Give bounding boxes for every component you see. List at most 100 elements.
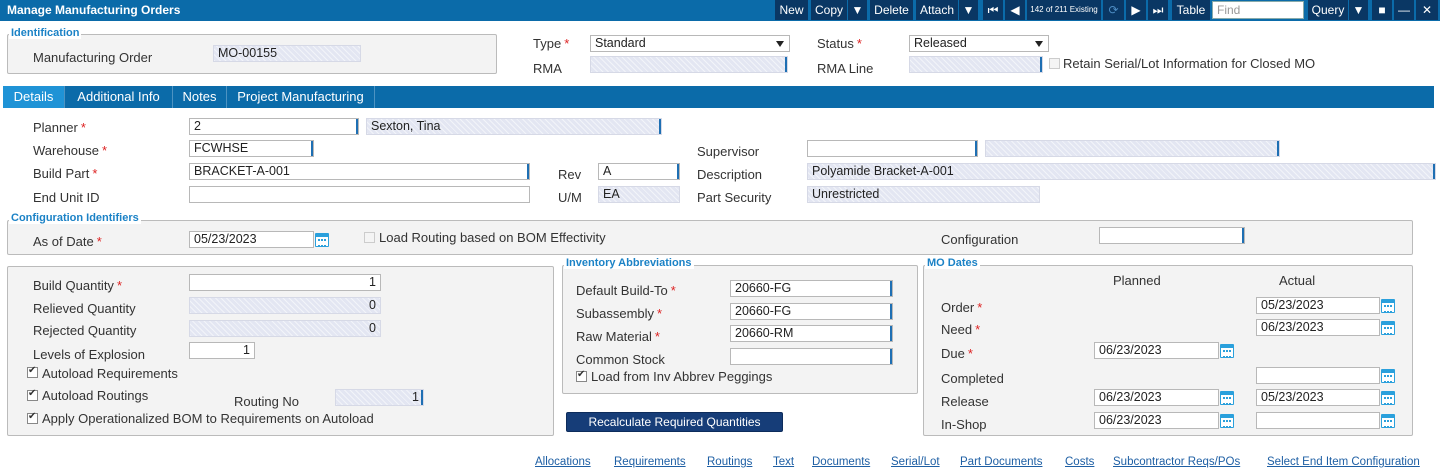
raw-material-field[interactable]: 20660-RM	[730, 325, 893, 342]
identification-group-label: Identification	[9, 27, 82, 39]
end-unit-field[interactable]	[189, 186, 530, 203]
configuration-label: Configuration	[941, 232, 1019, 247]
rma-field[interactable]	[590, 56, 788, 73]
subassembly-field[interactable]: 20660-FG	[730, 303, 893, 320]
tab-project-manufacturing[interactable]: Project Manufacturing	[227, 86, 375, 108]
close-icon[interactable]: ✕	[1416, 0, 1438, 20]
need-actual-calendar-icon[interactable]	[1381, 321, 1395, 335]
description-field: Polyamide Bracket-A-001	[807, 163, 1436, 180]
order-actual-field[interactable]: 05/23/2023	[1256, 297, 1380, 314]
as-of-date-label: As of Date *	[33, 234, 102, 249]
link-serial-lot[interactable]: Serial/Lot	[891, 456, 940, 468]
inshop-date-label: In-Shop	[941, 417, 987, 432]
levels-explosion-field[interactable]: 1	[189, 342, 255, 359]
load-inv-abbrev-checkbox[interactable]	[576, 369, 587, 382]
as-of-date-calendar-icon[interactable]	[315, 233, 329, 247]
release-planned-field[interactable]: 06/23/2023	[1094, 389, 1219, 406]
configuration-field[interactable]	[1099, 227, 1245, 244]
first-record-icon[interactable]: ⏮	[983, 0, 1003, 20]
next-record-icon[interactable]: ▶	[1126, 0, 1146, 20]
query-dropdown-icon[interactable]: ▼	[1349, 0, 1368, 20]
rev-label: Rev	[558, 167, 582, 182]
tab-notes[interactable]: Notes	[173, 86, 227, 108]
order-actual-calendar-icon[interactable]	[1381, 299, 1395, 313]
planner-field[interactable]: 2	[189, 118, 359, 135]
status-label: Status *	[817, 36, 862, 51]
relieved-quantity-label: Relieved Quantity	[33, 301, 136, 316]
order-date-label: Order *	[941, 300, 983, 315]
load-routing-label: Load Routing based on BOM Effectivity	[379, 230, 606, 245]
rev-field[interactable]: A	[598, 163, 680, 180]
mo-dates-group-label: MO Dates	[925, 257, 980, 269]
attach-button[interactable]: Attach	[916, 0, 958, 20]
copy-dropdown-icon[interactable]: ▼	[848, 0, 867, 20]
link-documents[interactable]: Documents	[812, 456, 870, 468]
autoload-routings-checkbox[interactable]	[27, 388, 38, 401]
release-actual-field[interactable]: 05/23/2023	[1256, 389, 1380, 406]
release-actual-calendar-icon[interactable]	[1381, 391, 1395, 405]
inshop-planned-calendar-icon[interactable]	[1220, 414, 1234, 428]
release-date-label: Release	[941, 394, 989, 409]
supervisor-label: Supervisor	[697, 144, 760, 159]
type-select[interactable]: Standard	[590, 35, 790, 52]
as-of-date-field[interactable]: 05/23/2023	[189, 231, 314, 248]
common-stock-field[interactable]	[730, 348, 893, 365]
retain-serial-checkbox[interactable]	[1049, 58, 1060, 69]
load-routing-checkbox[interactable]	[364, 232, 375, 243]
rma-line-field[interactable]	[909, 56, 1043, 73]
window-title: Manage Manufacturing Orders	[7, 3, 181, 17]
release-planned-calendar-icon[interactable]	[1220, 391, 1234, 405]
inshop-planned-field[interactable]: 06/23/2023	[1094, 412, 1219, 429]
completed-actual-calendar-icon[interactable]	[1381, 369, 1395, 383]
supervisor-field[interactable]	[807, 140, 978, 157]
status-select[interactable]: Released	[909, 35, 1049, 52]
inshop-actual-calendar-icon[interactable]	[1381, 414, 1395, 428]
autoload-requirements-checkbox[interactable]	[27, 365, 38, 378]
routing-no-label: Routing No	[234, 394, 300, 409]
rma-label: RMA	[533, 61, 562, 76]
table-button[interactable]: Table	[1172, 0, 1210, 20]
description-label: Description	[697, 167, 763, 182]
warehouse-field[interactable]: FCWHSE	[189, 140, 314, 157]
build-quantity-label: Build Quantity *	[33, 278, 122, 293]
link-requirements[interactable]: Requirements	[614, 456, 686, 468]
new-button[interactable]: New	[775, 0, 808, 20]
link-text[interactable]: Text	[773, 456, 794, 468]
tab-details[interactable]: Details	[3, 86, 65, 108]
link-routings[interactable]: Routings	[707, 456, 752, 468]
configuration-group-label: Configuration Identifiers	[9, 212, 141, 224]
previous-record-icon[interactable]: ◀	[1005, 0, 1025, 20]
link-select-end-item-configuration[interactable]: Select End Item Configuration	[1267, 456, 1420, 468]
build-quantity-field[interactable]: 1	[189, 274, 381, 291]
attach-dropdown-icon[interactable]: ▼	[959, 0, 978, 20]
copy-button[interactable]: Copy	[811, 0, 847, 20]
tab-additional-info[interactable]: Additional Info	[65, 86, 173, 108]
need-actual-field[interactable]: 06/23/2023	[1256, 319, 1380, 336]
completed-actual-field[interactable]	[1256, 367, 1380, 384]
link-part-documents[interactable]: Part Documents	[960, 456, 1042, 468]
link-allocations[interactable]: Allocations	[535, 456, 591, 468]
query-button[interactable]: Query	[1308, 0, 1348, 20]
load-inv-abbrev-label: Load from Inv Abbrev Peggings	[591, 369, 773, 384]
routing-no-field[interactable]: 1	[335, 389, 424, 406]
find-input[interactable]: Find	[1212, 1, 1304, 19]
minimize-icon[interactable]: —	[1394, 0, 1414, 20]
link-subcontractor-reqs[interactable]: Subcontractor Reqs/POs	[1113, 456, 1240, 468]
link-costs[interactable]: Costs	[1065, 456, 1094, 468]
build-part-field[interactable]: BRACKET-A-001	[189, 163, 530, 180]
last-record-icon[interactable]: ⏭	[1148, 0, 1168, 20]
mo-label: Manufacturing Order	[33, 50, 153, 65]
default-build-field[interactable]: 20660-FG	[730, 280, 893, 297]
stop-icon[interactable]: ■	[1372, 0, 1392, 20]
delete-button[interactable]: Delete	[870, 0, 913, 20]
common-stock-label: Common Stock	[576, 352, 665, 367]
completed-date-label: Completed	[941, 371, 1004, 386]
levels-explosion-label: Levels of Explosion	[33, 347, 146, 362]
refresh-icon[interactable]: ⟳	[1103, 0, 1124, 20]
due-planned-calendar-icon[interactable]	[1220, 344, 1234, 358]
recalculate-button[interactable]: Recalculate Required Quantities	[566, 412, 783, 432]
inshop-actual-field[interactable]	[1256, 412, 1380, 429]
apply-operationalized-bom-checkbox[interactable]	[27, 411, 38, 424]
mo-field[interactable]: MO-00155	[213, 45, 361, 62]
due-planned-field[interactable]: 06/23/2023	[1094, 342, 1219, 359]
